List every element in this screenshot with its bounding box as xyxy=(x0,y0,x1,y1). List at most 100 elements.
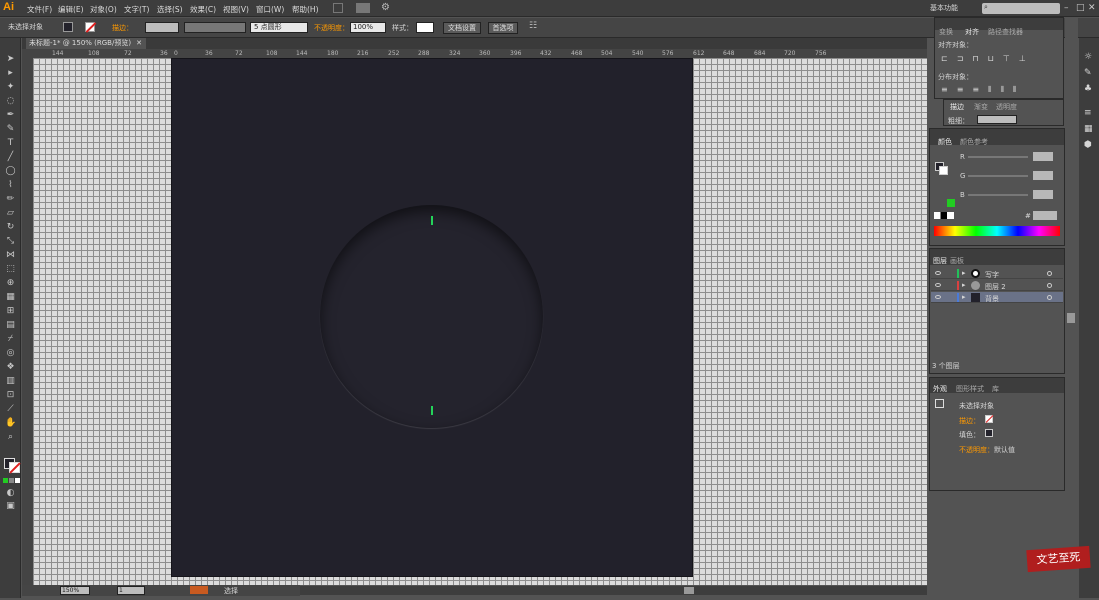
tab-color-guide[interactable]: 颜色参考 xyxy=(960,137,988,147)
close-button[interactable]: ✕ xyxy=(1088,3,1096,13)
stroke-swatch-none[interactable] xyxy=(85,22,97,33)
symbols-icon[interactable]: ♣ xyxy=(1084,84,1092,94)
perspective-grid-tool-icon[interactable]: ▦ xyxy=(5,292,16,303)
maximize-button[interactable]: □ xyxy=(1076,3,1085,13)
expand-arrow-icon[interactable]: ▸ xyxy=(962,293,966,301)
paintbrush-tool-icon[interactable]: ⌇ xyxy=(5,180,16,191)
artboard-tool-icon[interactable]: ⊡ xyxy=(5,390,16,401)
tab-transparency[interactable]: 透明度 xyxy=(996,102,1017,112)
menu-type[interactable]: 文字(T) xyxy=(124,4,149,15)
tab-align[interactable]: 对齐 xyxy=(965,27,979,37)
mesh-tool-icon[interactable]: ⊞ xyxy=(5,306,16,317)
zoom-field[interactable]: 150% xyxy=(60,586,90,595)
visibility-eye-icon[interactable] xyxy=(935,283,941,287)
tab-gradient[interactable]: 渐变 xyxy=(974,102,988,112)
panel-menu-icon[interactable]: ☷ xyxy=(529,21,537,31)
artboard-number-field[interactable]: 1 xyxy=(117,586,145,595)
swatches-icon[interactable]: ▦ xyxy=(1084,124,1093,134)
tab-graphic-styles[interactable]: 图形样式 xyxy=(956,384,984,394)
curvature-tool-icon[interactable]: ✎ xyxy=(5,124,16,135)
gradient-mode-icon[interactable] xyxy=(9,478,14,483)
blend-tool-icon[interactable]: ◎ xyxy=(5,348,16,359)
rotate-tool-icon[interactable]: ↻ xyxy=(5,222,16,233)
brushes-icon[interactable]: ✎ xyxy=(1084,68,1092,78)
none-black-white-swatches[interactable] xyxy=(934,212,954,219)
color-guide-icon[interactable]: ☼ xyxy=(1084,52,1092,62)
appearance-fill-label[interactable]: 填色： xyxy=(959,430,980,440)
screen-mode-icon[interactable]: ▣ xyxy=(5,501,16,512)
none-mode-icon[interactable] xyxy=(15,478,20,483)
current-tool-status[interactable]: 选择 xyxy=(224,586,238,596)
menu-icon[interactable]: ≡ xyxy=(1084,108,1092,118)
pencil-tool-icon[interactable]: ✏ xyxy=(5,194,16,205)
layer-name[interactable]: 背景 xyxy=(985,294,999,304)
target-circle-icon[interactable] xyxy=(1047,271,1052,276)
variable-width-profile[interactable] xyxy=(184,22,246,33)
stroke-weight-field[interactable] xyxy=(145,22,179,33)
target-circle-icon[interactable] xyxy=(1047,283,1052,288)
search-input[interactable]: ⌕ xyxy=(982,3,1060,14)
pen-tool-icon[interactable]: ✒ xyxy=(5,110,16,121)
appearance-stroke-swatch[interactable] xyxy=(985,415,994,423)
out-of-gamut-icon[interactable] xyxy=(947,199,955,207)
b-slider[interactable] xyxy=(968,194,1028,196)
b-value-field[interactable] xyxy=(1033,190,1053,199)
expand-arrow-icon[interactable]: ▸ xyxy=(962,281,966,289)
minimize-button[interactable]: – xyxy=(1064,3,1069,13)
brush-definition[interactable]: 5 点圆形 xyxy=(250,22,308,33)
menu-effect[interactable]: 效果(C) xyxy=(190,4,216,15)
top-tick-mark[interactable] xyxy=(431,216,433,225)
gradient-tool-icon[interactable]: ▤ xyxy=(5,320,16,331)
fill-swatch[interactable] xyxy=(63,22,73,32)
menu-help[interactable]: 帮助(H) xyxy=(292,4,319,15)
visibility-eye-icon[interactable] xyxy=(935,271,941,275)
preferences-button[interactable]: 首选项 xyxy=(488,22,518,34)
document-tab[interactable]: 未标题-1* @ 150% (RGB/预览) ✕ xyxy=(26,38,146,49)
arrange-documents-icon[interactable] xyxy=(356,3,370,13)
g-slider[interactable] xyxy=(968,175,1028,177)
inset-circle-shape[interactable] xyxy=(320,205,543,428)
align-buttons-row[interactable]: ⊏⊐⊓⊔⊤⊥ xyxy=(941,54,1035,63)
horizontal-scrollbar[interactable] xyxy=(300,586,927,595)
target-circle-icon[interactable] xyxy=(1047,295,1052,300)
menu-file[interactable]: 文件(F) xyxy=(27,4,52,15)
menu-select[interactable]: 选择(S) xyxy=(157,4,183,15)
layer-row-layer2[interactable]: ▸ 图层 2 xyxy=(931,280,1063,291)
hand-tool-icon[interactable]: ✋ xyxy=(5,418,16,429)
stroke-color-box[interactable] xyxy=(9,462,21,474)
expand-arrow-icon[interactable]: ▸ xyxy=(962,269,966,277)
layer-row-write[interactable]: ▸ 写字 xyxy=(931,268,1063,279)
r-slider[interactable] xyxy=(968,156,1028,158)
symbol-sprayer-tool-icon[interactable]: ❖ xyxy=(5,362,16,373)
stroke-weight-input[interactable] xyxy=(977,115,1017,124)
r-value-field[interactable] xyxy=(1033,152,1053,161)
selection-tool-icon[interactable]: ➤ xyxy=(5,54,16,65)
layer-name[interactable]: 写字 xyxy=(985,270,999,280)
stroke-label[interactable]: 描边： xyxy=(112,23,133,33)
layer-row-background[interactable]: ▸ 背景 xyxy=(931,292,1063,303)
workspace-switcher[interactable]: 基本功能 xyxy=(930,3,958,13)
magic-wand-tool-icon[interactable]: ✦ xyxy=(5,82,16,93)
width-tool-icon[interactable]: ⋈ xyxy=(5,250,16,261)
opacity-label[interactable]: 不透明度： xyxy=(314,23,349,33)
appearance-opacity-label[interactable]: 不透明度： xyxy=(959,445,994,455)
ellipse-tool-icon[interactable]: ◯ xyxy=(5,166,16,177)
shapes-icon[interactable]: ⬢ xyxy=(1084,140,1092,150)
color-stroke-box[interactable] xyxy=(939,166,948,175)
free-transform-tool-icon[interactable]: ⬚ xyxy=(5,264,16,275)
menu-window[interactable]: 窗口(W) xyxy=(256,4,284,15)
menu-edit[interactable]: 编辑(E) xyxy=(58,4,84,15)
document-setup-button[interactable]: 文档设置 xyxy=(443,22,481,34)
column-graph-tool-icon[interactable]: ▥ xyxy=(5,376,16,387)
menu-object[interactable]: 对象(O) xyxy=(90,4,117,15)
gpu-performance-icon[interactable]: ⚙ xyxy=(381,2,390,13)
vertical-scrollbar[interactable] xyxy=(1065,17,1078,587)
direct-selection-tool-icon[interactable]: ▸ xyxy=(5,68,16,79)
hex-field[interactable] xyxy=(1033,211,1057,220)
g-value-field[interactable] xyxy=(1033,171,1053,180)
slice-tool-icon[interactable]: ⟋ xyxy=(5,404,16,415)
appearance-stroke-label[interactable]: 描边： xyxy=(959,416,980,426)
tab-pathfinder[interactable]: 路径查找器 xyxy=(988,27,1023,37)
tab-stroke[interactable]: 描边 xyxy=(950,102,964,112)
opacity-field[interactable]: 100% xyxy=(350,22,386,33)
